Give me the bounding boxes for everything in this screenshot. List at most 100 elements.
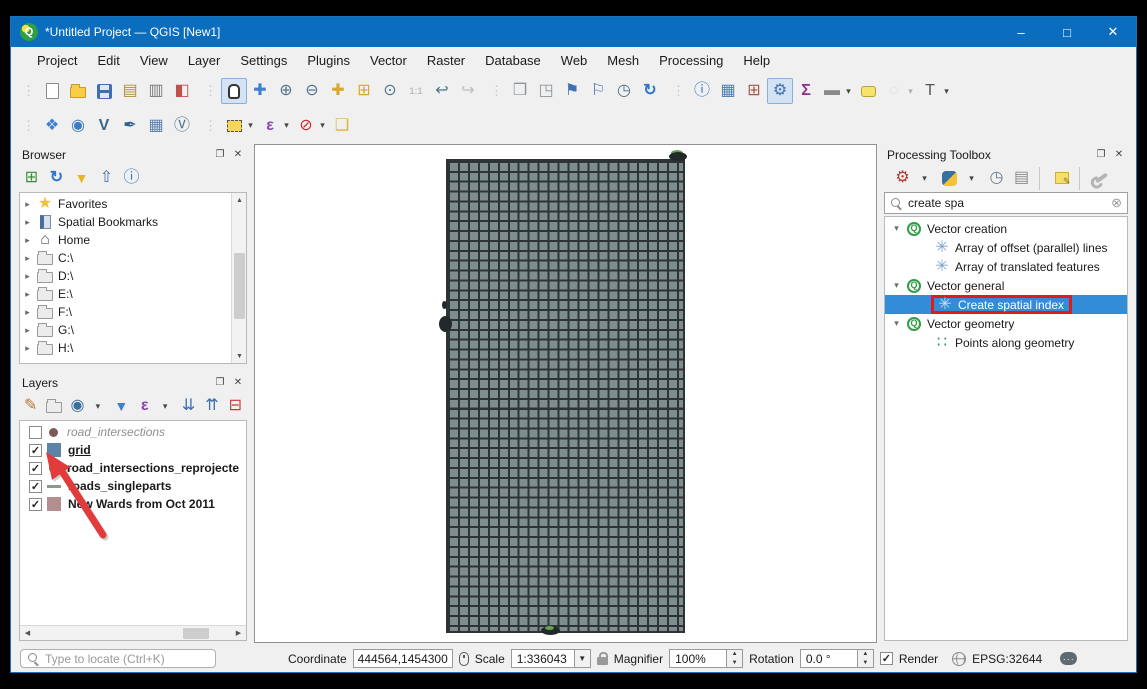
- new-shapefile-layer-button[interactable]: V: [91, 113, 117, 139]
- expand-all-button[interactable]: ⇊: [177, 395, 200, 418]
- layer-visibility-checkbox[interactable]: ✓: [29, 444, 42, 457]
- browser-item-d-drive[interactable]: ▸ D:\: [20, 267, 231, 285]
- zoom-to-layer-button[interactable]: ⊞: [351, 78, 377, 104]
- toolbox-alg-array-translated-features[interactable]: ✳ Array of translated features: [885, 257, 1127, 276]
- text-annotation-dropdown[interactable]: ▾: [940, 78, 953, 104]
- identify-features-button[interactable]: ⓘ: [689, 78, 715, 104]
- toolbox-alg-array-offset-lines[interactable]: ✳ Array of offset (parallel) lines: [885, 238, 1127, 257]
- toolbox-gears-dropdown[interactable]: ▾: [912, 167, 937, 190]
- tree-item-content[interactable]: ✳ Array of translated features: [932, 257, 1100, 276]
- save-project-button[interactable]: [91, 78, 117, 104]
- filter-legend-button[interactable]: ▼: [110, 395, 133, 418]
- toolbox-group-vector-geometry[interactable]: ▾ Q Vector geometry: [885, 314, 1127, 333]
- history-button[interactable]: ◷: [984, 167, 1009, 190]
- browser-item-spatial-bookmarks[interactable]: ▸ Spatial Bookmarks: [20, 213, 231, 231]
- layers-float-button[interactable]: ❐: [212, 375, 228, 390]
- new-mesh-layer-button[interactable]: ▦: [143, 113, 169, 139]
- close-button[interactable]: ✕: [1090, 17, 1136, 47]
- refresh-map-button[interactable]: ↻: [637, 78, 663, 104]
- pan-map-button[interactable]: [221, 78, 247, 104]
- add-web-layer-button[interactable]: ◉: [65, 113, 91, 139]
- toolbox-group-vector-creation[interactable]: ▾ Q Vector creation: [885, 219, 1127, 238]
- layers-close-button[interactable]: ✕: [230, 375, 246, 390]
- add-group-button[interactable]: [42, 395, 65, 418]
- menu-item[interactable]: Raster: [417, 49, 475, 72]
- menu-item[interactable]: Mesh: [597, 49, 649, 72]
- zoom-last-button[interactable]: ↩: [429, 78, 455, 104]
- collapse-all-layers-button[interactable]: ⇈: [200, 395, 223, 418]
- new-virtual-layer-button[interactable]: Ⓥ: [169, 113, 195, 139]
- options-button[interactable]: [1089, 167, 1114, 190]
- scrollbar-thumb[interactable]: [183, 628, 209, 639]
- layer-visibility-checkbox[interactable]: ✓: [29, 462, 42, 475]
- layers-horizontal-scrollbar[interactable]: ◀ ▶: [20, 625, 246, 640]
- select-by-expression-dropdown[interactable]: ▾: [280, 113, 293, 139]
- expander-icon[interactable]: ▸: [20, 325, 35, 336]
- new-3d-map-view-button[interactable]: ◳: [533, 78, 559, 104]
- coordinate-input[interactable]: 444564,1454300: [353, 649, 453, 668]
- spin-buttons[interactable]: ▲▼: [858, 649, 874, 668]
- toolbox-float-button[interactable]: ❐: [1093, 147, 1109, 162]
- tree-item-content[interactable]: ∷ Points along geometry: [932, 333, 1074, 352]
- scroll-right-icon[interactable]: ▶: [231, 626, 246, 640]
- expander-icon[interactable]: ▾: [889, 223, 904, 234]
- combo-dropdown-icon[interactable]: ▼: [575, 649, 591, 668]
- browser-item-c-drive[interactable]: ▸ C:\: [20, 249, 231, 267]
- zoom-in-button[interactable]: ⊕: [273, 78, 299, 104]
- annotation-dropdown[interactable]: ▾: [904, 78, 917, 104]
- properties-widget-button[interactable]: ⓘ: [119, 167, 144, 190]
- tree-item-content[interactable]: Q Vector general: [904, 276, 1004, 295]
- magnifier-spinbox[interactable]: 100% ▲▼: [669, 649, 743, 668]
- toolbox-alg-points-along-geometry[interactable]: ∷ Points along geometry: [885, 333, 1127, 352]
- field-calculator-button[interactable]: ⊞: [741, 78, 767, 104]
- expander-icon[interactable]: ▾: [889, 280, 904, 291]
- expander-icon[interactable]: ▸: [20, 289, 35, 300]
- expander-icon[interactable]: ▸: [20, 307, 35, 318]
- layer-visibility-checkbox[interactable]: [29, 426, 42, 439]
- scroll-up-icon[interactable]: ▲: [232, 193, 247, 207]
- data-source-manager-button[interactable]: ❖: [39, 113, 65, 139]
- scale-value[interactable]: 1:336043: [511, 649, 575, 668]
- zoom-next-button[interactable]: ↪: [455, 78, 481, 104]
- locate-input[interactable]: Type to locate (Ctrl+K): [20, 649, 216, 668]
- tree-item-content[interactable]: Q Vector geometry: [904, 314, 1014, 333]
- magnifier-value[interactable]: 100%: [669, 649, 727, 668]
- menu-item[interactable]: Project: [27, 49, 87, 72]
- new-geopackage-layer-button[interactable]: ✒: [117, 113, 143, 139]
- menu-item[interactable]: Settings: [230, 49, 297, 72]
- menu-item[interactable]: Processing: [649, 49, 733, 72]
- maximize-button[interactable]: □: [1044, 17, 1090, 47]
- menu-item[interactable]: Web: [551, 49, 598, 72]
- menu-item[interactable]: View: [130, 49, 178, 72]
- map-tips-button[interactable]: [855, 78, 881, 104]
- deselect-features-dropdown[interactable]: ▾: [316, 113, 329, 139]
- rotation-value[interactable]: 0.0 °: [800, 649, 858, 668]
- scroll-down-icon[interactable]: ▼: [232, 349, 247, 363]
- rotation-spinbox[interactable]: 0.0 ° ▲▼: [800, 649, 874, 668]
- layer-grid[interactable]: ✓ grid: [20, 441, 246, 459]
- open-project-button[interactable]: [65, 78, 91, 104]
- expander-icon[interactable]: ▸: [20, 217, 35, 228]
- browser-item-favorites[interactable]: ▸ ★ Favorites: [20, 195, 231, 213]
- add-selected-layers-button[interactable]: ⊞: [19, 167, 44, 190]
- new-print-layout-button[interactable]: ▤: [117, 78, 143, 104]
- browser-vertical-scrollbar[interactable]: ▲ ▼: [231, 193, 246, 363]
- layer-visibility-checkbox[interactable]: ✓: [29, 498, 42, 511]
- browser-item-h-drive[interactable]: ▸ H:\: [20, 339, 231, 357]
- menu-item[interactable]: Vector: [360, 49, 417, 72]
- menu-item[interactable]: Database: [475, 49, 551, 72]
- layer-visibility-checkbox[interactable]: ✓: [29, 480, 42, 493]
- select-features-dropdown[interactable]: ▾: [244, 113, 257, 139]
- edit-features-in-place-button[interactable]: [1049, 167, 1074, 190]
- expander-icon[interactable]: ▸: [20, 253, 35, 264]
- scrollbar-thumb[interactable]: [234, 253, 245, 319]
- tree-item-content[interactable]: Q Vector creation: [904, 219, 1007, 238]
- extents-toggle-icon[interactable]: [459, 652, 469, 666]
- toolbox-alg-create-spatial-index[interactable]: ✳ Create spatial index: [885, 295, 1127, 314]
- menu-item[interactable]: Layer: [178, 49, 231, 72]
- expander-icon[interactable]: ▾: [889, 318, 904, 329]
- menu-item[interactable]: Help: [733, 49, 780, 72]
- measure-dropdown[interactable]: ▾: [842, 78, 855, 104]
- map-canvas[interactable]: [254, 144, 877, 643]
- toolbox-group-vector-general[interactable]: ▾ Q Vector general: [885, 276, 1127, 295]
